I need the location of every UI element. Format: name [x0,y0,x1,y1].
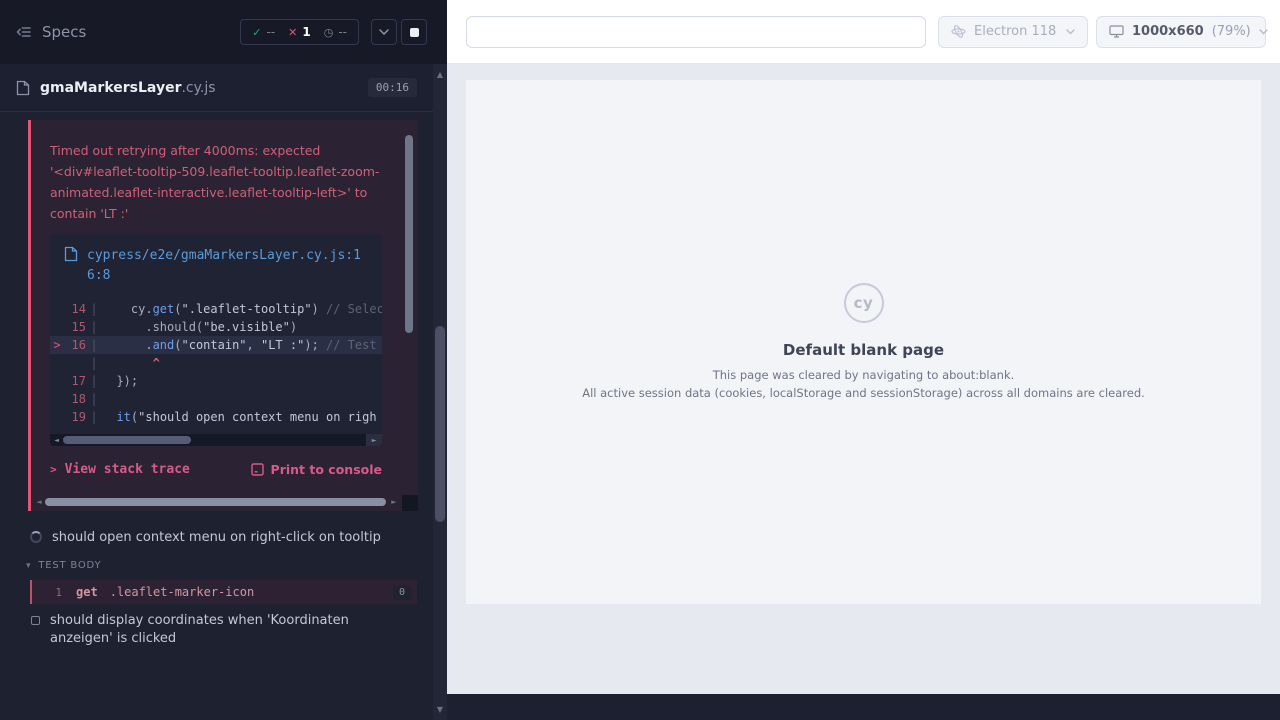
stop-run-button[interactable] [401,19,427,45]
aut-main: Electron 118 1000x660 (79%) [447,0,1280,720]
blank-page-line1: This page was cleared by navigating to a… [713,367,1015,383]
viewport-zoom: (79%) [1212,24,1251,39]
running-test-row[interactable]: should open context menu on right-click … [0,521,433,555]
scrollbar-corner [402,495,418,511]
viewport-icon [1109,25,1124,38]
test-body-label: TEST BODY [38,560,101,571]
collapse-stats-button[interactable] [371,19,397,45]
reporter-scrollbar: ▲ ▼ [433,0,447,720]
blank-page-title: Default blank page [783,341,944,359]
stat-passed: ✓ -- [252,25,275,39]
console-icon [251,463,264,476]
spec-header: gmaMarkersLayer.cy.js 00:16 [0,64,433,112]
reporter-scroll-thumb[interactable] [435,326,445,522]
viewport-selector[interactable]: 1000x660 (79%) [1096,16,1266,48]
command-target: .leaflet-marker-icon [110,585,393,599]
code-frame-hscrollbar: ◄ ► [50,434,382,446]
url-input[interactable] [466,16,926,48]
command-number: 1 [32,586,62,599]
spinner-icon [30,531,42,543]
code-frame-file-link[interactable]: cypress/e2e/gmaMarkersLayer.cy.js:16:8 [87,246,368,286]
scrollbar-header-cap [433,0,447,64]
chevron-down-icon [1066,29,1075,35]
browser-name: Electron 118 [974,24,1056,39]
viewport-size: 1000x660 [1132,24,1204,39]
blank-page-line2: All active session data (cookies, localS… [582,385,1145,401]
pending-test-title: should display coordinates when 'Koordin… [50,612,400,648]
aut-iframe: cy Default blank page This page was clea… [466,80,1261,604]
print-to-console-button[interactable]: Print to console [251,462,382,477]
scroll-right-arrow-icon[interactable]: ► [388,495,400,509]
x-icon: ✕ [288,26,297,39]
aut-canvas: cy Default blank page This page was clea… [447,64,1280,694]
command-log-row[interactable]: 1 get .leaflet-marker-icon 0 [30,580,417,604]
bottom-strip [447,694,1280,720]
specs-title[interactable]: Specs [42,23,86,41]
view-stack-trace-button[interactable]: > View stack trace [50,462,190,477]
caret-right-icon: > [50,463,57,476]
spec-name[interactable]: gmaMarkersLayer.cy.js [40,80,216,96]
spec-file-icon [16,80,30,96]
failed-count: 1 [302,25,310,39]
code-frame-hscroll-thumb[interactable] [63,436,191,444]
pending-test-row[interactable]: should display coordinates when 'Koordin… [0,604,433,656]
scroll-left-arrow-icon[interactable]: ◄ [33,495,45,509]
error-message: Timed out retrying after 4000ms: expecte… [50,140,382,224]
running-test-title: should open context menu on right-click … [52,529,381,547]
attempt-vscroll-thumb[interactable] [405,135,413,333]
error-code-frame: cypress/e2e/gmaMarkersLayer.cy.js:16:8 1… [50,234,382,446]
clock-icon: ◷ [324,26,334,39]
check-icon: ✓ [252,26,261,39]
electron-browser-icon [951,24,966,39]
error-actions: > View stack trace Print to console [50,462,382,477]
attempt-hscroll-thumb[interactable] [45,498,386,506]
stat-pending: ◷ -- [324,25,347,39]
browser-selector[interactable]: Electron 118 [938,16,1088,48]
code-file-icon [64,246,78,262]
cypress-logo: cy [844,283,884,323]
code-frame-header: cypress/e2e/gmaMarkersLayer.cy.js:16:8 [50,234,382,294]
code-lines: 14| cy.get(".leaflet-tooltip") // Selec1… [50,294,382,434]
blank-page-content: cy Default blank page This page was clea… [582,283,1145,401]
scroll-down-arrow-icon[interactable]: ▼ [433,705,447,714]
stat-failed: ✕ 1 [288,25,311,39]
reporter-header: Specs ✓ -- ✕ 1 ◷ -- [0,0,433,64]
attempt-hscrollbar: ◄ ► [33,495,400,509]
test-body-toggle[interactable]: ▾ TEST BODY [0,555,433,578]
pending-count: -- [338,25,347,39]
scroll-left-arrow-icon[interactable]: ◄ [50,434,63,446]
chevron-down-icon [1259,29,1268,35]
aut-header: Electron 118 1000x660 (79%) [447,0,1280,64]
command-count-badge: 0 [393,585,411,600]
app-window: Specs ✓ -- ✕ 1 ◷ -- [0,0,1280,720]
command-method: get [76,585,98,599]
queued-test-icon [31,616,40,625]
specs-menu-icon[interactable] [16,24,32,40]
reporter-sidebar: Specs ✓ -- ✕ 1 ◷ -- [0,0,433,720]
chevron-down-icon: ▾ [26,561,31,571]
failed-attempt-panel: Timed out retrying after 4000ms: expecte… [28,120,418,511]
scroll-up-arrow-icon[interactable]: ▲ [433,70,447,79]
reporter-body: Timed out retrying after 4000ms: expecte… [0,112,433,720]
scroll-right-arrow-icon[interactable]: ► [366,434,382,446]
passed-count: -- [266,25,275,39]
chevron-down-icon [379,29,389,35]
test-stats: ✓ -- ✕ 1 ◷ -- [240,19,359,45]
spec-timer: 00:16 [368,78,417,97]
stop-icon [410,28,419,37]
